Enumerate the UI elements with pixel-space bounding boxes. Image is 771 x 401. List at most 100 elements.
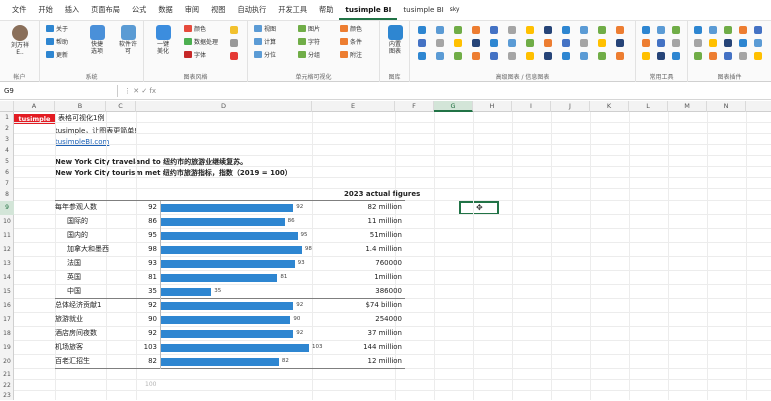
assist-chart-icon-1-2[interactable] [724,39,732,47]
column-header-F[interactable]: F [395,101,434,112]
column-header-K[interactable]: K [590,101,629,112]
row-header-21[interactable]: 21 [0,369,14,380]
assist-chart-icon-0-2[interactable] [724,26,732,34]
assist-chart-icon-0-3[interactable] [739,26,747,34]
advanced-chart-icon-2-11[interactable] [616,52,624,60]
assist-chart-icon-1-4[interactable] [754,39,762,47]
row-header-13[interactable]: 13 [0,257,14,271]
column-header-C[interactable]: C [106,101,136,112]
column-header-L[interactable]: L [629,101,668,112]
row-header-16[interactable]: 16 [0,299,14,313]
row-header-17[interactable]: 17 [0,313,14,327]
column-header-E[interactable]: E [312,101,395,112]
assist-chart-icon-2-2[interactable] [724,52,732,60]
advanced-chart-icon-2-5[interactable] [508,52,516,60]
name-box[interactable]: G9 [0,85,118,97]
row-header-22[interactable]: 22 [0,380,14,391]
advanced-chart-icon-2-8[interactable] [562,52,570,60]
row-header-18[interactable]: 18 [0,327,14,341]
column-header-A[interactable]: A [14,101,55,112]
tool-chart-icon-2-1[interactable] [657,52,665,60]
advanced-chart-icon-1-5[interactable] [508,39,516,47]
advanced-chart-icon-0-5[interactable] [508,26,516,34]
data-process-button[interactable]: 数据处理 [184,38,218,48]
assist-chart-icon-2-3[interactable] [739,52,747,60]
cell-image-button[interactable]: 图片 [298,25,320,35]
update-button[interactable]: 更新 [46,51,68,61]
fill-icon[interactable] [230,26,238,34]
advanced-chart-icon-2-10[interactable] [598,52,606,60]
tool-chart-icon-1-2[interactable] [672,39,680,47]
cell-group-button[interactable]: 分组 [298,51,320,61]
advanced-chart-icon-0-9[interactable] [580,26,588,34]
advanced-chart-icon-0-4[interactable] [490,26,498,34]
help-button[interactable]: 帮助 [46,38,68,48]
assist-chart-icon-0-0[interactable] [694,26,702,34]
column-header-G[interactable]: G [434,101,473,112]
row-header-20[interactable]: 20 [0,355,14,369]
advanced-chart-icon-1-10[interactable] [598,39,606,47]
tool-chart-icon-1-1[interactable] [657,39,665,47]
assist-chart-icon-0-1[interactable] [709,26,717,34]
assist-chart-icon-2-4[interactable] [754,52,762,60]
menu-11[interactable]: tusimple BI [339,0,398,20]
column-header-D[interactable]: D [136,101,312,112]
selected-cell[interactable]: ✥ [459,201,499,215]
advanced-chart-icon-2-3[interactable] [472,52,480,60]
advanced-chart-icon-2-6[interactable] [526,52,534,60]
quick-options-button[interactable]: 快捷 选项 [84,25,110,55]
menu-8[interactable]: 自动执行 [232,0,273,20]
advanced-chart-icon-1-11[interactable] [616,39,624,47]
cell-cond-button[interactable]: 条件 [340,38,362,48]
license-button[interactable]: 软件许 可 [114,25,142,55]
column-header-M[interactable]: M [668,101,707,112]
border-icon[interactable] [230,39,238,47]
row-header-15[interactable]: 15 [0,285,14,299]
advanced-chart-icon-2-1[interactable] [436,52,444,60]
advanced-chart-icon-0-10[interactable] [598,26,606,34]
advanced-chart-icon-0-11[interactable] [616,26,624,34]
color-button[interactable]: 颜色 [184,25,206,35]
column-header-N[interactable]: N [707,101,746,112]
advanced-chart-icon-0-0[interactable] [418,26,426,34]
row-header-9[interactable]: 9 [0,201,14,215]
cell-color-button[interactable]: 颜色 [340,25,362,35]
advanced-chart-icon-0-3[interactable] [472,26,480,34]
advanced-chart-icon-1-6[interactable] [526,39,534,47]
cell-quantile-button[interactable]: 分位 [254,51,276,61]
tool-chart-icon-2-2[interactable] [672,52,680,60]
column-header-J[interactable]: J [551,101,590,112]
advanced-chart-icon-1-4[interactable] [490,39,498,47]
row-header-11[interactable]: 11 [0,229,14,243]
assist-chart-icon-2-1[interactable] [709,52,717,60]
advanced-chart-icon-1-7[interactable] [544,39,552,47]
row-header-8[interactable]: 8 [0,189,14,201]
cell-note-button[interactable]: 附注 [340,51,362,61]
column-header-I[interactable]: I [512,101,551,112]
advanced-chart-icon-0-6[interactable] [526,26,534,34]
advanced-chart-icon-2-0[interactable] [418,52,426,60]
advanced-chart-icon-2-4[interactable] [490,52,498,60]
assist-chart-icon-0-4[interactable] [754,26,762,34]
advanced-chart-icon-1-3[interactable] [472,39,480,47]
tool-chart-icon-0-1[interactable] [657,26,665,34]
menu-1[interactable]: 开始 [32,0,58,20]
advanced-chart-icon-0-2[interactable] [454,26,462,34]
tool-chart-icon-1-0[interactable] [642,39,650,47]
menu-12[interactable]: tusimple BI [397,0,449,20]
menu-10[interactable]: 帮助 [313,0,339,20]
menu-5[interactable]: 数据 [152,0,178,20]
menu-9[interactable]: 开发工具 [272,0,313,20]
cell-char-button[interactable]: 字符 [298,38,320,48]
menu-6[interactable]: 审阅 [179,0,205,20]
row-header-10[interactable]: 10 [0,215,14,229]
about-button[interactable]: 关于 [46,25,68,35]
row-header-7[interactable]: 7 [0,178,14,189]
cell-calc-button[interactable]: 计算 [254,38,276,48]
sheet-grid[interactable]: tusimple 表格可视化1例 tusimple，让图表更简单! tusimp… [14,112,771,400]
hyperlink[interactable]: tusimpleBI.com [55,138,109,147]
advanced-chart-icon-0-8[interactable] [562,26,570,34]
formula-input[interactable] [190,85,765,97]
tool-chart-icon-0-2[interactable] [672,26,680,34]
menu-0[interactable]: 文件 [6,0,32,20]
